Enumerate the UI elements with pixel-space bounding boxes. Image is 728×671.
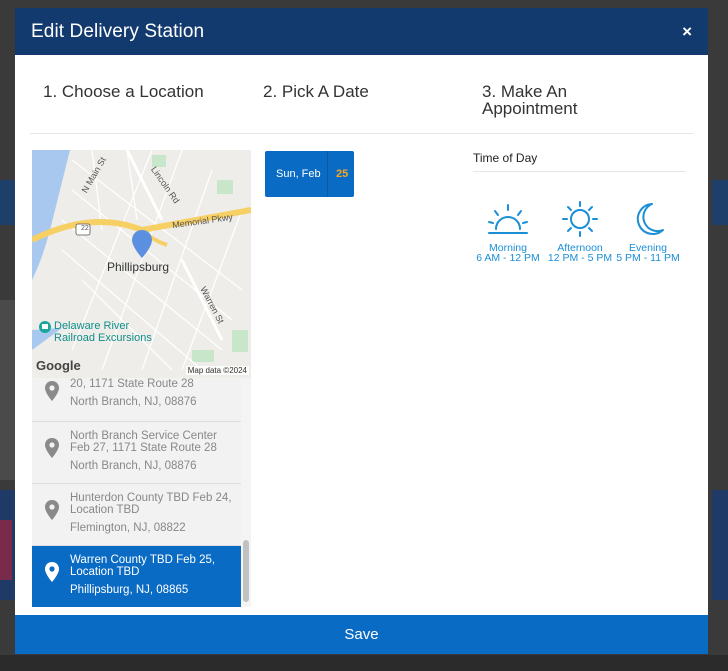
edit-delivery-station-modal: Edit Delivery Station × 1. Choose a Loca… <box>15 8 708 654</box>
map-poi-label: Delaware River Railroad Excursions <box>54 320 152 344</box>
location-item[interactable]: 20, 1171 State Route 28 North Branch, NJ… <box>32 378 241 422</box>
step-choose-location: 1. Choose a Location <box>43 82 204 101</box>
sun-icon <box>562 201 598 237</box>
location-name: North Branch Service Center Feb 27, 1171… <box>70 430 218 454</box>
location-name: 20, 1171 State Route 28 <box>70 378 194 390</box>
backdrop-strip <box>0 520 12 580</box>
location-panel: N Main St Lincoln Rd Memorial Pkwy 22 Wa… <box>32 150 251 607</box>
time-of-day-panel: Time of Day Morning 6 AM - 12 PM Afterno… <box>473 151 686 263</box>
backdrop-strip <box>0 300 16 480</box>
location-item[interactable]: North Branch Service Center Feb 27, 1171… <box>32 422 241 484</box>
location-list: 20, 1171 State Route 28 North Branch, NJ… <box>32 378 241 607</box>
map-pin-icon <box>45 438 59 458</box>
location-name: Warren County TBD Feb 25, Location TBD <box>70 554 216 578</box>
location-list-scrollbar[interactable] <box>241 378 251 607</box>
evening-range: 5 PM - 11 PM <box>616 252 680 264</box>
location-item[interactable]: Hunterdon County TBD Feb 24, Location TB… <box>32 484 241 546</box>
time-of-day-title: Time of Day <box>473 151 686 172</box>
afternoon-range: 12 PM - 5 PM <box>547 252 613 264</box>
map-poi-line: Railroad Excursions <box>54 332 152 344</box>
location-item-selected[interactable]: Warren County TBD Feb 25, Location TBD P… <box>32 546 241 607</box>
map-pin-icon <box>45 381 59 401</box>
backdrop-strip <box>0 655 728 671</box>
sunrise-icon <box>488 204 528 234</box>
modal-header: Edit Delivery Station × <box>15 8 708 55</box>
date-option-button[interactable]: Sun, Feb 25 <box>265 151 354 197</box>
backdrop-strip <box>712 490 728 600</box>
google-logo: Google <box>36 358 81 373</box>
save-button[interactable]: Save <box>15 615 708 654</box>
date-day-number: 25 <box>336 168 349 180</box>
steps-header: 1. Choose a Location 2. Pick A Date 3. M… <box>30 78 693 134</box>
modal-title: Edit Delivery Station <box>31 20 205 42</box>
afternoon-option[interactable]: Afternoon 12 PM - 5 PM <box>545 201 615 263</box>
step-pick-date: 2. Pick A Date <box>263 82 369 101</box>
morning-range: 6 AM - 12 PM <box>476 252 540 264</box>
step-make-appointment: 3. Make An Appointment <box>482 82 578 118</box>
moon-icon <box>636 203 664 235</box>
evening-option[interactable]: Evening 5 PM - 11 PM <box>615 201 681 263</box>
location-address: North Branch, NJ, 08876 <box>70 396 197 408</box>
location-name: Hunterdon County TBD Feb 24, Location TB… <box>70 492 232 516</box>
date-label: Sun, Feb <box>276 168 321 180</box>
backdrop-strip <box>0 180 16 225</box>
map-pin-icon <box>45 500 59 520</box>
scrollbar-thumb[interactable] <box>243 540 249 602</box>
location-address: Flemington, NJ, 08822 <box>70 522 186 534</box>
location-address: Phillipsburg, NJ, 08865 <box>70 584 189 596</box>
map-city-label: Phillipsburg <box>107 260 170 274</box>
backdrop-strip <box>712 180 728 225</box>
map-attribution[interactable]: Map data ©2024 <box>185 366 249 375</box>
location-address: North Branch, NJ, 08876 <box>70 460 197 472</box>
map-pin-icon <box>45 562 59 582</box>
location-map[interactable]: N Main St Lincoln Rd Memorial Pkwy 22 Wa… <box>32 150 251 378</box>
morning-option[interactable]: Morning 6 AM - 12 PM <box>473 201 543 263</box>
route-shield-label: 22 <box>81 225 89 232</box>
map-poi-line: Delaware River <box>54 320 130 332</box>
close-button[interactable]: × <box>682 22 692 42</box>
